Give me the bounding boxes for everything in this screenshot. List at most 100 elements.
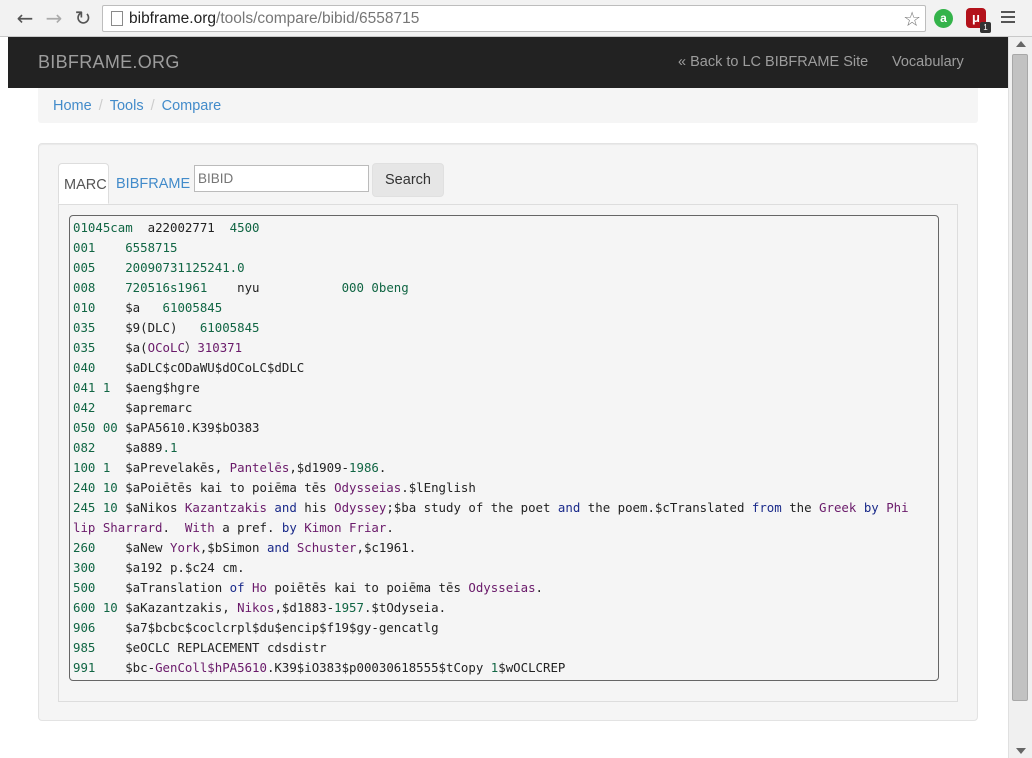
page-icon <box>111 11 123 26</box>
marc-field-line: 300 $a192 p.$c24 cm. <box>73 558 936 578</box>
marc-segment: and <box>266 540 290 555</box>
marc-segment: 61005845 <box>199 320 260 335</box>
url-text[interactable]: bibframe.org/tools/compare/bibid/6558715 <box>129 10 419 28</box>
marc-field-line: 01045cam a22002771 4500 <box>73 218 936 238</box>
browser-menu-icon[interactable] <box>1001 11 1015 26</box>
marc-segment: Schuster <box>289 540 357 555</box>
marc-segment: the poem.$cTranslated <box>580 500 752 515</box>
marc-segment: .$tOdyseia. <box>363 600 447 615</box>
marc-segment: York <box>169 540 200 555</box>
extension-green-icon[interactable]: a <box>934 9 953 28</box>
marc-field-line: 005 20090731125241.0 <box>73 258 936 278</box>
back-arrow-icon[interactable]: ← <box>14 7 36 29</box>
marc-field-line: 008 720516s1961 nyu 000 0beng <box>73 278 936 298</box>
marc-segment: by <box>856 500 887 515</box>
breadcrumb: Home / Tools / Compare <box>38 88 978 123</box>
breadcrumb-compare[interactable]: Compare <box>162 98 222 114</box>
marc-segment: by <box>281 520 297 535</box>
marc-segment: $a192 p.$c24 cm. <box>125 560 245 575</box>
marc-segment: Greek <box>819 500 857 515</box>
marc-segment: 985 <box>73 640 126 655</box>
marc-segment: 005 20090731125241.0 <box>73 260 245 275</box>
scroll-thumb[interactable] <box>1012 54 1028 701</box>
page-viewport: BIBFRAME.ORG « Back to LC BIBFRAME Site … <box>0 37 1008 758</box>
breadcrumb-tools[interactable]: Tools <box>110 98 144 114</box>
marc-segment: $bc- <box>125 660 156 675</box>
marc-segment: 61005845 <box>162 300 223 315</box>
site-navbar: BIBFRAME.ORG « Back to LC BIBFRAME Site … <box>8 37 1008 88</box>
marc-field-line: 042 $apremarc <box>73 398 936 418</box>
marc-segment: 050 00 <box>73 420 126 435</box>
marc-segment: Phi <box>886 500 909 515</box>
search-button[interactable]: Search <box>372 163 444 197</box>
marc-segment: $aeng$hgre <box>125 380 200 395</box>
tab-marc[interactable]: MARC <box>58 163 109 204</box>
marc-segment: $aNew <box>125 540 170 555</box>
reload-icon[interactable]: ↻ <box>72 7 94 29</box>
site-brand[interactable]: BIBFRAME.ORG <box>38 52 180 73</box>
marc-record: 01045cam a22002771 4500 001 6558715 005 20… <box>69 215 939 681</box>
breadcrumb-separator: / <box>98 98 103 114</box>
marc-segment: . <box>386 520 394 535</box>
bibid-input[interactable] <box>194 165 369 192</box>
marc-segment: OCoLC <box>147 340 185 355</box>
marc-segment: 240 10 <box>73 480 126 495</box>
marc-segment: Ho <box>244 580 267 595</box>
marc-segment: $aPoiētēs kai to poiēma tēs <box>125 480 335 495</box>
back-to-lc-link[interactable]: « Back to LC BIBFRAME Site <box>678 54 868 70</box>
scroll-up-arrow-icon[interactable] <box>1016 41 1026 47</box>
marc-segment: 600 10 <box>73 600 126 615</box>
marc-segment: $aTranslation <box>125 580 230 595</box>
marc-field-line: 991 $bc-GenColl$hPA5610.K39$iO383$p00030… <box>73 658 936 678</box>
marc-segment: 310371 <box>197 340 243 355</box>
marc-segment: 010 <box>73 300 126 315</box>
marc-segment: 1957 <box>334 600 364 615</box>
marc-segment: $wOCLCREP <box>498 660 566 675</box>
marc-segment: Kimon Friar <box>296 520 387 535</box>
marc-segment: ;$ba study of the poet <box>386 500 558 515</box>
marc-segment: $aKazantzakis, <box>125 600 238 615</box>
marc-field-line: 260 $aNew York,$bSimon and Schuster,$c19… <box>73 538 936 558</box>
marc-segment: 001 6558715 <box>73 240 178 255</box>
bookmark-star-icon[interactable]: ☆ <box>903 7 921 31</box>
marc-field-line: 035 $9(DLC) 61005845 <box>73 318 936 338</box>
marc-field-line: 001 6558715 <box>73 238 936 258</box>
marc-segment: and <box>266 500 305 515</box>
marc-segment: a pref. <box>214 520 282 535</box>
marc-field-line: 240 10 $aPoiētēs kai to poiēma tēs Odyss… <box>73 478 936 498</box>
breadcrumb-home[interactable]: Home <box>53 98 92 114</box>
marc-segment: 042 <box>73 400 126 415</box>
breadcrumb-separator: / <box>150 98 155 114</box>
marc-segment: $apremarc <box>125 400 193 415</box>
browser-toolbar: ← → ↻ bibframe.org/tools/compare/bibid/6… <box>0 0 1032 37</box>
marc-segment: $9(DLC) <box>125 320 200 335</box>
marc-segment: $aPrevelakēs, <box>125 460 230 475</box>
scrollbar[interactable] <box>1008 37 1032 758</box>
marc-segment: Kazantzakis <box>184 500 267 515</box>
address-bar[interactable]: bibframe.org/tools/compare/bibid/6558715… <box>102 5 926 32</box>
marc-segment: 035 <box>73 340 126 355</box>
marc-segment: With <box>184 520 215 535</box>
marc-segment: 991 <box>73 660 126 675</box>
marc-segment: from <box>751 500 782 515</box>
marc-segment: nyu <box>207 280 342 295</box>
marc-segment: $hPA5610 <box>207 660 267 675</box>
marc-segment: 300 <box>73 560 126 575</box>
marc-field-line: 245 10 $aNikos Kazantzakis and his Odyss… <box>73 498 936 518</box>
marc-segment: ） <box>184 340 198 355</box>
marc-segment: Odyssey <box>334 500 387 515</box>
vocabulary-link[interactable]: Vocabulary <box>892 54 964 70</box>
marc-segment: the <box>781 500 820 515</box>
marc-segment: his <box>304 500 335 515</box>
marc-segment: . <box>535 580 543 595</box>
marc-segment: 100 1 <box>73 460 126 475</box>
marc-segment: . <box>162 520 185 535</box>
marc-segment: $aDLC$cODaWU$dOCoLC$dDLC <box>125 360 305 375</box>
tab-bibframe[interactable]: BIBFRAME <box>111 163 195 204</box>
forward-arrow-icon[interactable]: → <box>43 7 65 29</box>
marc-field-line: 010 $a 61005845 <box>73 298 936 318</box>
marc-segment: GenColl <box>155 660 208 675</box>
marc-segment: and <box>557 500 581 515</box>
marc-segment: ,$d1883- <box>274 600 335 615</box>
scroll-down-arrow-icon[interactable] <box>1016 748 1026 754</box>
